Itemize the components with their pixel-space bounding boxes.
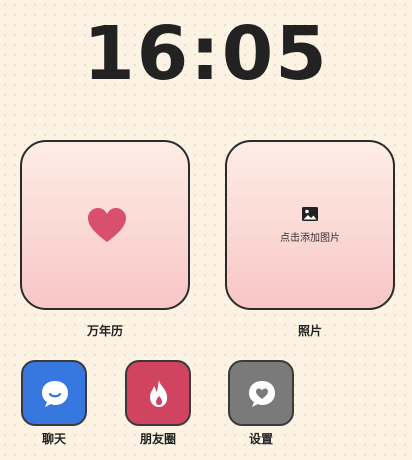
chat-label: 聊天 bbox=[41, 432, 66, 446]
calendar-widget[interactable] bbox=[20, 140, 190, 310]
flame-icon bbox=[150, 380, 168, 407]
photo-label: 照片 bbox=[297, 324, 322, 338]
chat-app[interactable] bbox=[21, 360, 87, 426]
heart-bubble-icon bbox=[249, 381, 275, 407]
settings-app[interactable] bbox=[228, 360, 294, 426]
photo-widget[interactable]: 点击添加图片 bbox=[225, 140, 395, 310]
moments-label: 朋友圈 bbox=[139, 432, 176, 446]
photo-hint: 点击添加图片 bbox=[280, 233, 340, 244]
heart-icon bbox=[88, 208, 126, 242]
image-icon bbox=[302, 207, 318, 221]
moments-app[interactable] bbox=[125, 360, 191, 426]
settings-label: 设置 bbox=[248, 432, 273, 446]
chat-bubble-icon bbox=[42, 381, 68, 407]
clock-time: 16:05 bbox=[83, 11, 329, 97]
calendar-label: 万年历 bbox=[86, 324, 123, 338]
